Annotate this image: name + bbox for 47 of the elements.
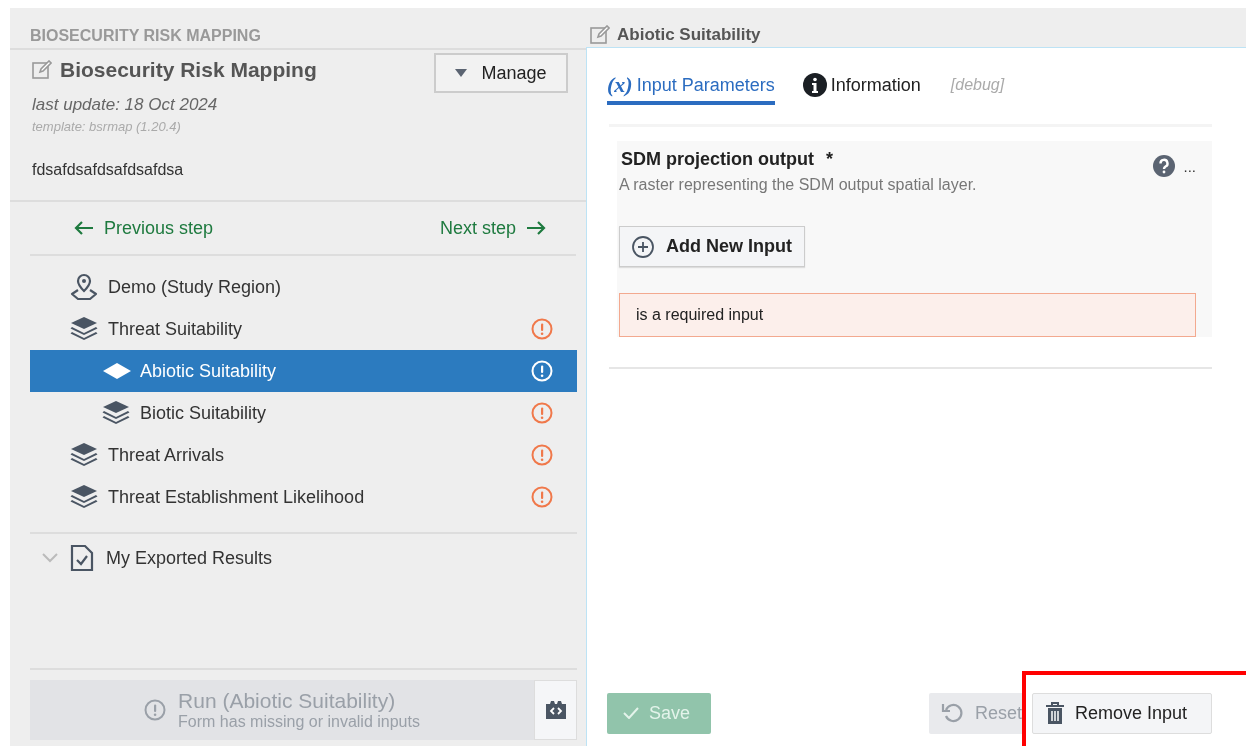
undo-icon xyxy=(940,701,965,725)
exported-results-item[interactable]: My Exported Results xyxy=(30,532,577,572)
layers-icon xyxy=(70,316,98,342)
step-item[interactable]: Threat Establishment Likelihood xyxy=(30,476,577,518)
step-item[interactable]: Threat Arrivals xyxy=(30,434,577,476)
add-input-button[interactable]: Add New Input xyxy=(619,226,805,267)
warning-icon xyxy=(144,699,167,721)
manage-button[interactable]: Manage xyxy=(434,53,568,93)
parameter-description: A raster representing the SDM output spatial layer. xyxy=(619,176,978,194)
edit-icon xyxy=(32,60,52,80)
parameter-name: SDM projection output xyxy=(621,149,814,170)
more-menu[interactable]: ... xyxy=(1183,157,1196,175)
check-icon xyxy=(623,707,639,719)
arrow-right-icon xyxy=(526,220,546,236)
error-message: is a required input xyxy=(619,293,1196,337)
function-glyph: (x) xyxy=(607,72,633,98)
trash-icon xyxy=(1045,702,1065,724)
previous-step-link[interactable]: Previous step xyxy=(74,217,214,239)
tab[interactable]: Information xyxy=(802,69,921,105)
caret-icon xyxy=(455,69,468,77)
template-version: template: bsrmap (1.20.4) xyxy=(32,119,182,134)
step-item[interactable]: Biotic Suitability xyxy=(30,392,577,434)
info-icon xyxy=(802,73,827,97)
layers-icon xyxy=(70,484,98,510)
remove-button[interactable]: Remove Input xyxy=(1032,692,1212,734)
plus-circle-icon xyxy=(632,235,654,258)
project-description: fdsafdsafdsafdsafdsa xyxy=(32,161,185,179)
tab[interactable]: (x) Input Parameters xyxy=(607,69,775,105)
layers-icon xyxy=(70,442,98,468)
required-mark: * xyxy=(826,149,833,170)
last-update: last update: 18 Oct 2024 xyxy=(32,95,219,115)
code-icon xyxy=(544,700,567,720)
next-step-link[interactable]: Next step xyxy=(439,217,546,239)
edit-icon xyxy=(590,25,610,45)
map-pin-icon xyxy=(70,273,98,301)
section-title: BIOSECURITY RISK MAPPING xyxy=(10,8,586,50)
arrow-left-icon xyxy=(74,220,94,236)
step-item[interactable]: Abiotic Suitability xyxy=(30,350,577,392)
step-item[interactable]: Demo (Study Region) xyxy=(30,266,577,308)
help-icon[interactable] xyxy=(1153,155,1176,177)
diamond-icon xyxy=(102,362,132,380)
document-check-icon xyxy=(70,544,94,572)
step-item[interactable]: Threat Suitability xyxy=(30,308,577,350)
code-button[interactable] xyxy=(534,680,577,740)
layers-icon xyxy=(102,400,130,426)
panel-title: Abiotic Suitability xyxy=(617,25,761,45)
project-title: Biosecurity Risk Mapping xyxy=(60,58,317,82)
